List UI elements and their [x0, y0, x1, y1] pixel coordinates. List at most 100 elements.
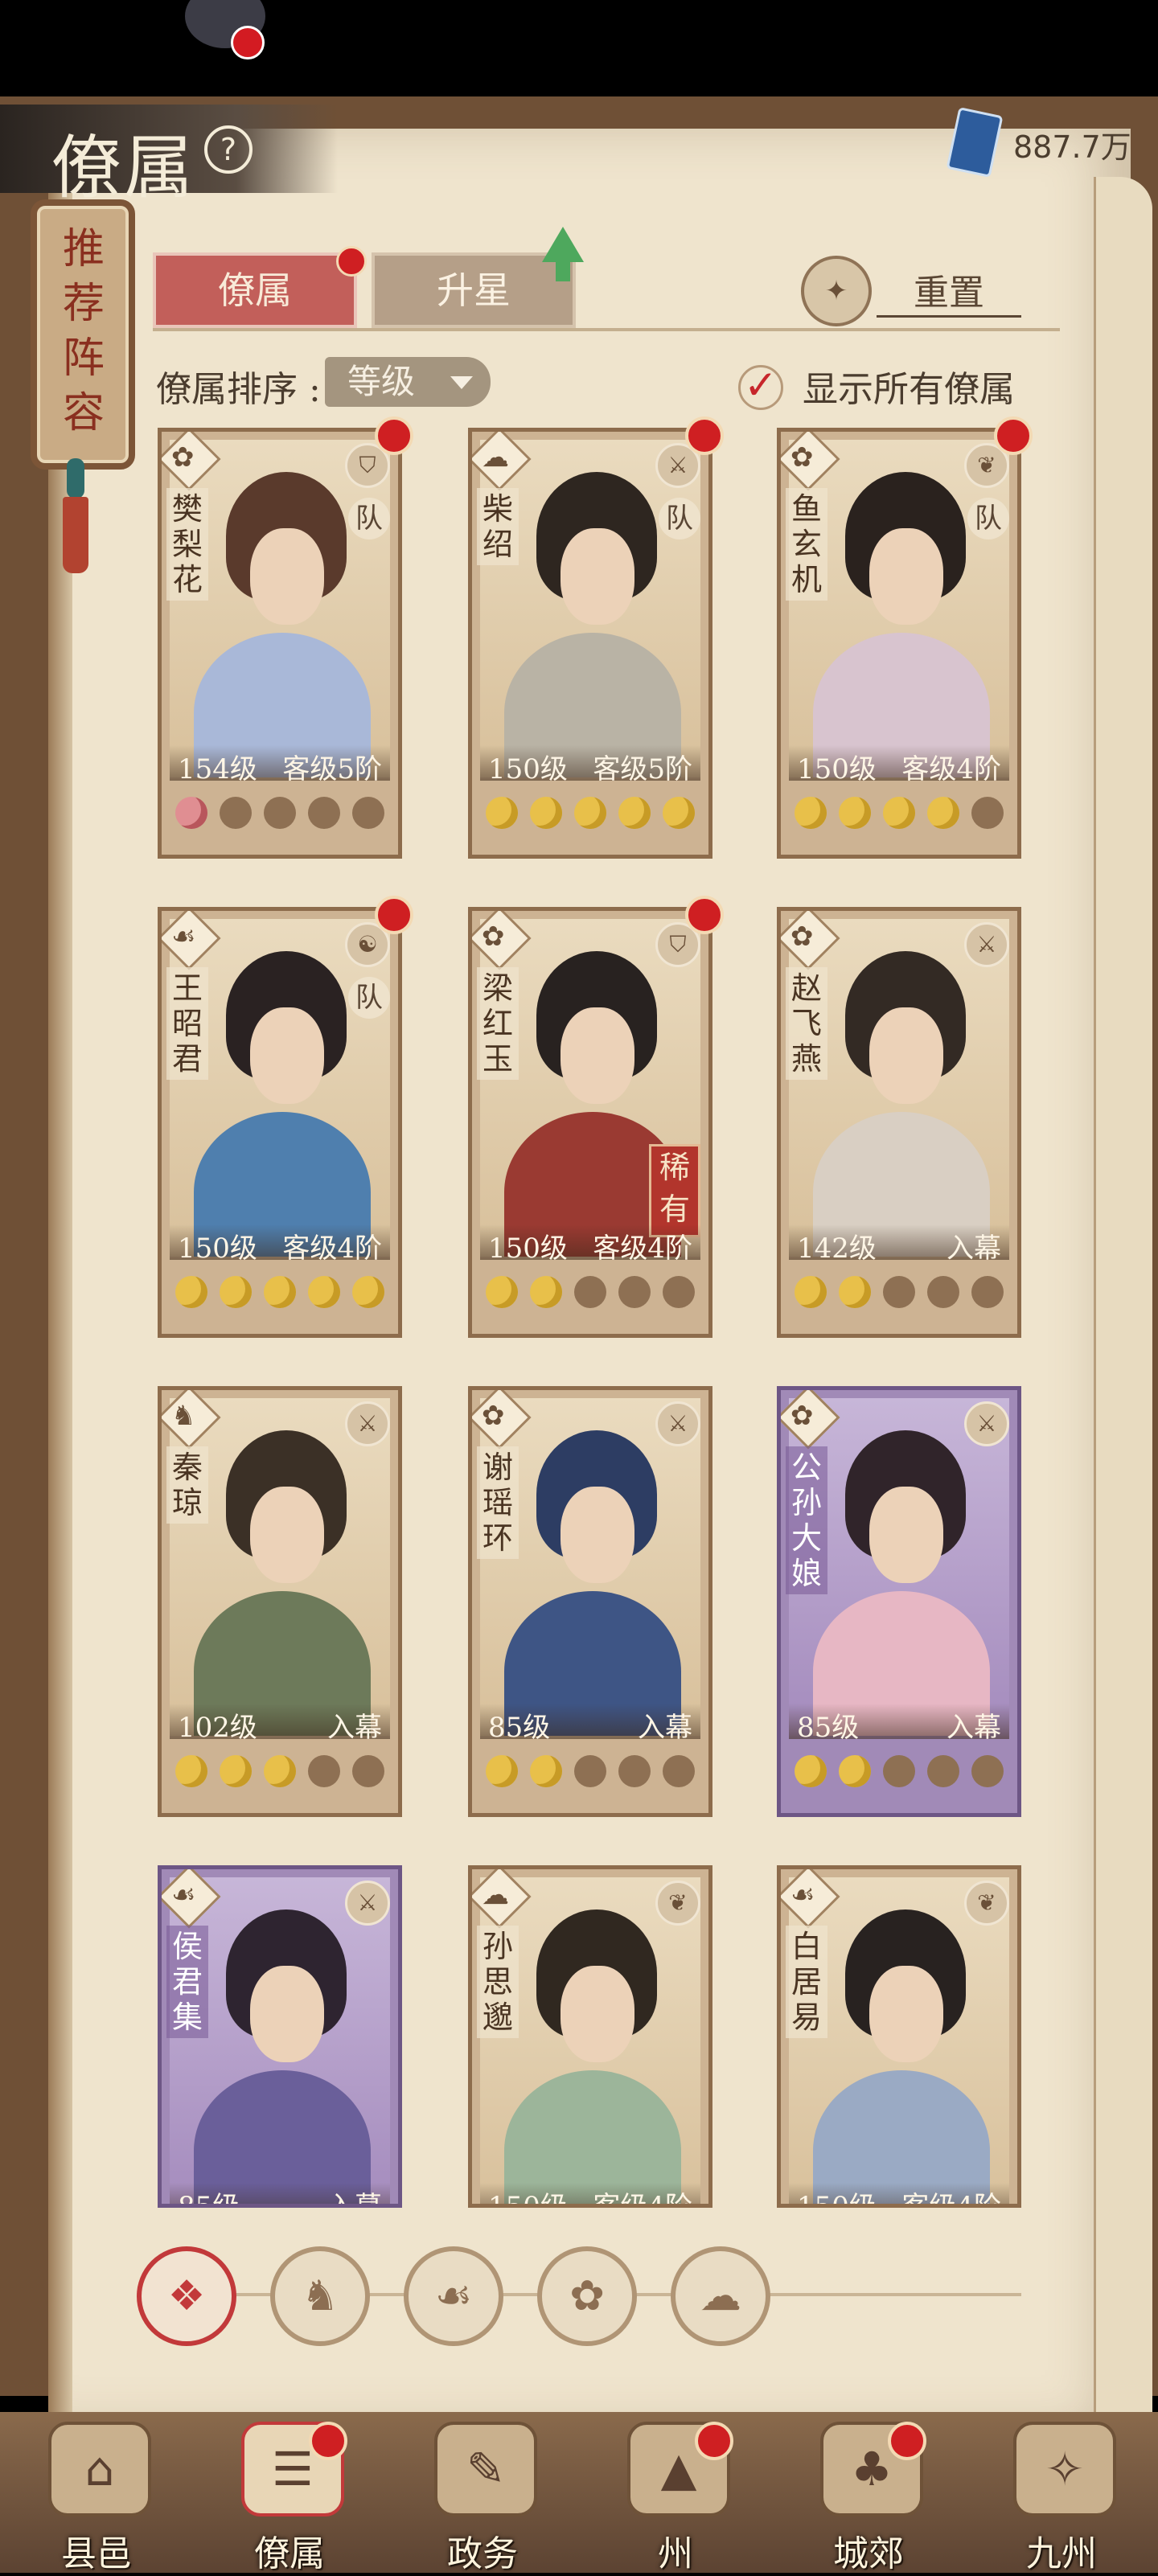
class-filter-button[interactable]: ❖: [137, 2246, 236, 2346]
subordinate-card[interactable]: ☁ ❦ 孙思邈 150级 客级4阶: [468, 1865, 712, 2208]
chevron-down-icon: [450, 376, 473, 389]
level-text: 150级: [488, 2191, 568, 2208]
subordinate-name: 侯君集: [166, 1926, 208, 2038]
subordinate-card[interactable]: ✿ ⚔ 谢瑶环 85级 入幕: [468, 1386, 712, 1817]
portrait-face: [869, 528, 943, 625]
nav-item[interactable]: ✧ 九州: [981, 2422, 1142, 2574]
star-row: [480, 789, 700, 837]
upgrade-arrow-stem: [556, 259, 570, 281]
class-filter-button[interactable]: ☁: [671, 2246, 770, 2346]
star-moon-icon: [926, 1276, 959, 1308]
subordinate-card[interactable]: ☁ ⚔ 队柴绍 150级 客级5阶: [468, 428, 712, 859]
subordinate-card[interactable]: ✿ ⛉ 队樊梨花 154级 客级5阶: [158, 428, 402, 859]
star-moon-icon: [971, 797, 1004, 829]
class-glyph-icon: ✿: [171, 441, 195, 474]
star-moon-icon: [486, 1755, 519, 1787]
class-glyph-icon: ✿: [790, 921, 814, 953]
portrait-face: [250, 1487, 324, 1583]
class-glyph-icon: ☙: [171, 921, 196, 953]
subordinate-card[interactable]: ✿ ⚔ 赵飞燕 142级 入幕: [777, 907, 1021, 1338]
star-row: [480, 1268, 700, 1316]
recommended-lineup-button[interactable]: 推荐阵容: [31, 199, 135, 470]
notification-badge: [336, 246, 367, 277]
subordinate-card[interactable]: ✿ ⚔ 公孙大娘 85级 入幕: [777, 1386, 1021, 1817]
tassel-knot: [67, 458, 84, 498]
sort-label: 僚属排序 :: [156, 369, 321, 410]
subordinate-card[interactable]: ☙ ⚔ 侯君集 85级 入幕: [158, 1865, 402, 2208]
subordinate-card[interactable]: ☙ ☯ 队王昭君 150级 客级4阶: [158, 907, 402, 1338]
rank-text: 入幕: [947, 1233, 1001, 1265]
subordinate-card[interactable]: ✿ ⛉ 梁红玉 稀有 150级 客级4阶: [468, 907, 712, 1338]
role-icon: ⚔: [964, 922, 1009, 967]
portrait-face: [869, 1966, 943, 2062]
star-moon-icon: [573, 1755, 606, 1787]
subordinate-name: 梁红玉: [477, 967, 519, 1080]
star-moon-icon: [795, 1276, 827, 1308]
class-filter-button[interactable]: ✿: [537, 2246, 637, 2346]
portrait-face: [250, 1007, 324, 1104]
portrait-face: [561, 1487, 634, 1583]
star-moon-icon: [175, 797, 208, 829]
class-filter-button[interactable]: ☙: [404, 2246, 503, 2346]
class-glyph-icon: ☙: [171, 1879, 196, 1911]
tassel: [63, 497, 88, 573]
star-row: [170, 789, 390, 837]
star-moon-icon: [926, 797, 959, 829]
nav-item[interactable]: ✎ 政务: [402, 2422, 563, 2574]
subordinate-name: 白居易: [786, 1926, 827, 2038]
subordinate-name: 秦琼: [166, 1446, 208, 1524]
rarity-tag: 稀有: [649, 1144, 700, 1237]
book-currency-icon: [946, 107, 1004, 178]
recording-indicator-icon: [231, 26, 265, 59]
nav-item[interactable]: ☰ 僚属: [209, 2422, 370, 2574]
currency-display[interactable]: 887.7万: [946, 106, 1139, 178]
class-glyph-icon: ✿: [482, 1400, 505, 1432]
level-row: 150级 客级5阶: [480, 745, 700, 786]
nav-item[interactable]: ▲ 州: [595, 2422, 756, 2574]
team-badge: 队: [348, 977, 390, 1019]
rank-text: 客级4阶: [593, 2191, 692, 2208]
star-moon-icon: [618, 797, 651, 829]
rank-text: 客级5阶: [593, 753, 692, 786]
reset-button[interactable]: 重置: [877, 264, 1021, 318]
role-icon: ⚔: [345, 1881, 390, 1926]
rank-text: 入幕: [327, 1712, 382, 1744]
star-moon-icon: [486, 1276, 519, 1308]
level-row: 154级 客级5阶: [170, 745, 390, 786]
sort-dropdown[interactable]: 等级: [325, 357, 491, 407]
portrait-face: [250, 528, 324, 625]
rank-text: 客级4阶: [593, 1233, 692, 1265]
notification-badge: [685, 416, 724, 455]
subordinate-card[interactable]: ♞ ⚔ 秦琼 102级 入幕: [158, 1386, 402, 1817]
star-moon-icon: [307, 797, 340, 829]
star-moon-icon: [882, 1276, 915, 1308]
tab-star-up[interactable]: 升星: [372, 252, 576, 328]
level-text: 150级: [488, 753, 568, 786]
portrait-face: [561, 1966, 634, 2062]
subordinate-card[interactable]: ✿ ❦ 队鱼玄机 150级 客级4阶: [777, 428, 1021, 859]
level-row: 85级 入幕: [170, 2183, 390, 2204]
tab-subordinates[interactable]: 僚属: [153, 246, 367, 328]
show-all-toggle[interactable]: ✓ 显示所有僚属: [738, 359, 1028, 410]
checkmark-icon[interactable]: ✓: [738, 365, 783, 410]
star-moon-icon: [263, 797, 296, 829]
reset-icon[interactable]: ✦: [801, 256, 872, 326]
nav-label: 县邑: [61, 2533, 132, 2574]
level-row: 150级 客级4阶: [480, 2183, 700, 2208]
subordinate-name: 谢瑶环: [477, 1446, 519, 1559]
class-glyph-icon: ♞: [171, 1400, 196, 1432]
subordinate-card[interactable]: ☙ ❦ 白居易 150级 客级4阶: [777, 1865, 1021, 2208]
star-moon-icon: [795, 797, 827, 829]
level-row: 85级 入幕: [789, 1704, 1009, 1744]
class-glyph-icon: ☁: [482, 1879, 509, 1911]
nav-item[interactable]: ⌂ 县邑: [16, 2422, 177, 2574]
rank-text: 客级4阶: [901, 753, 1001, 786]
help-icon[interactable]: ?: [204, 125, 253, 174]
nav-item[interactable]: ♣ 城郊: [788, 2422, 949, 2574]
nav-label: 政务: [447, 2533, 518, 2574]
star-moon-icon: [263, 1276, 296, 1308]
star-moon-icon: [307, 1755, 340, 1787]
level-text: 142级: [797, 1233, 877, 1265]
class-filter-button[interactable]: ♞: [270, 2246, 370, 2346]
star-moon-icon: [618, 1755, 651, 1787]
